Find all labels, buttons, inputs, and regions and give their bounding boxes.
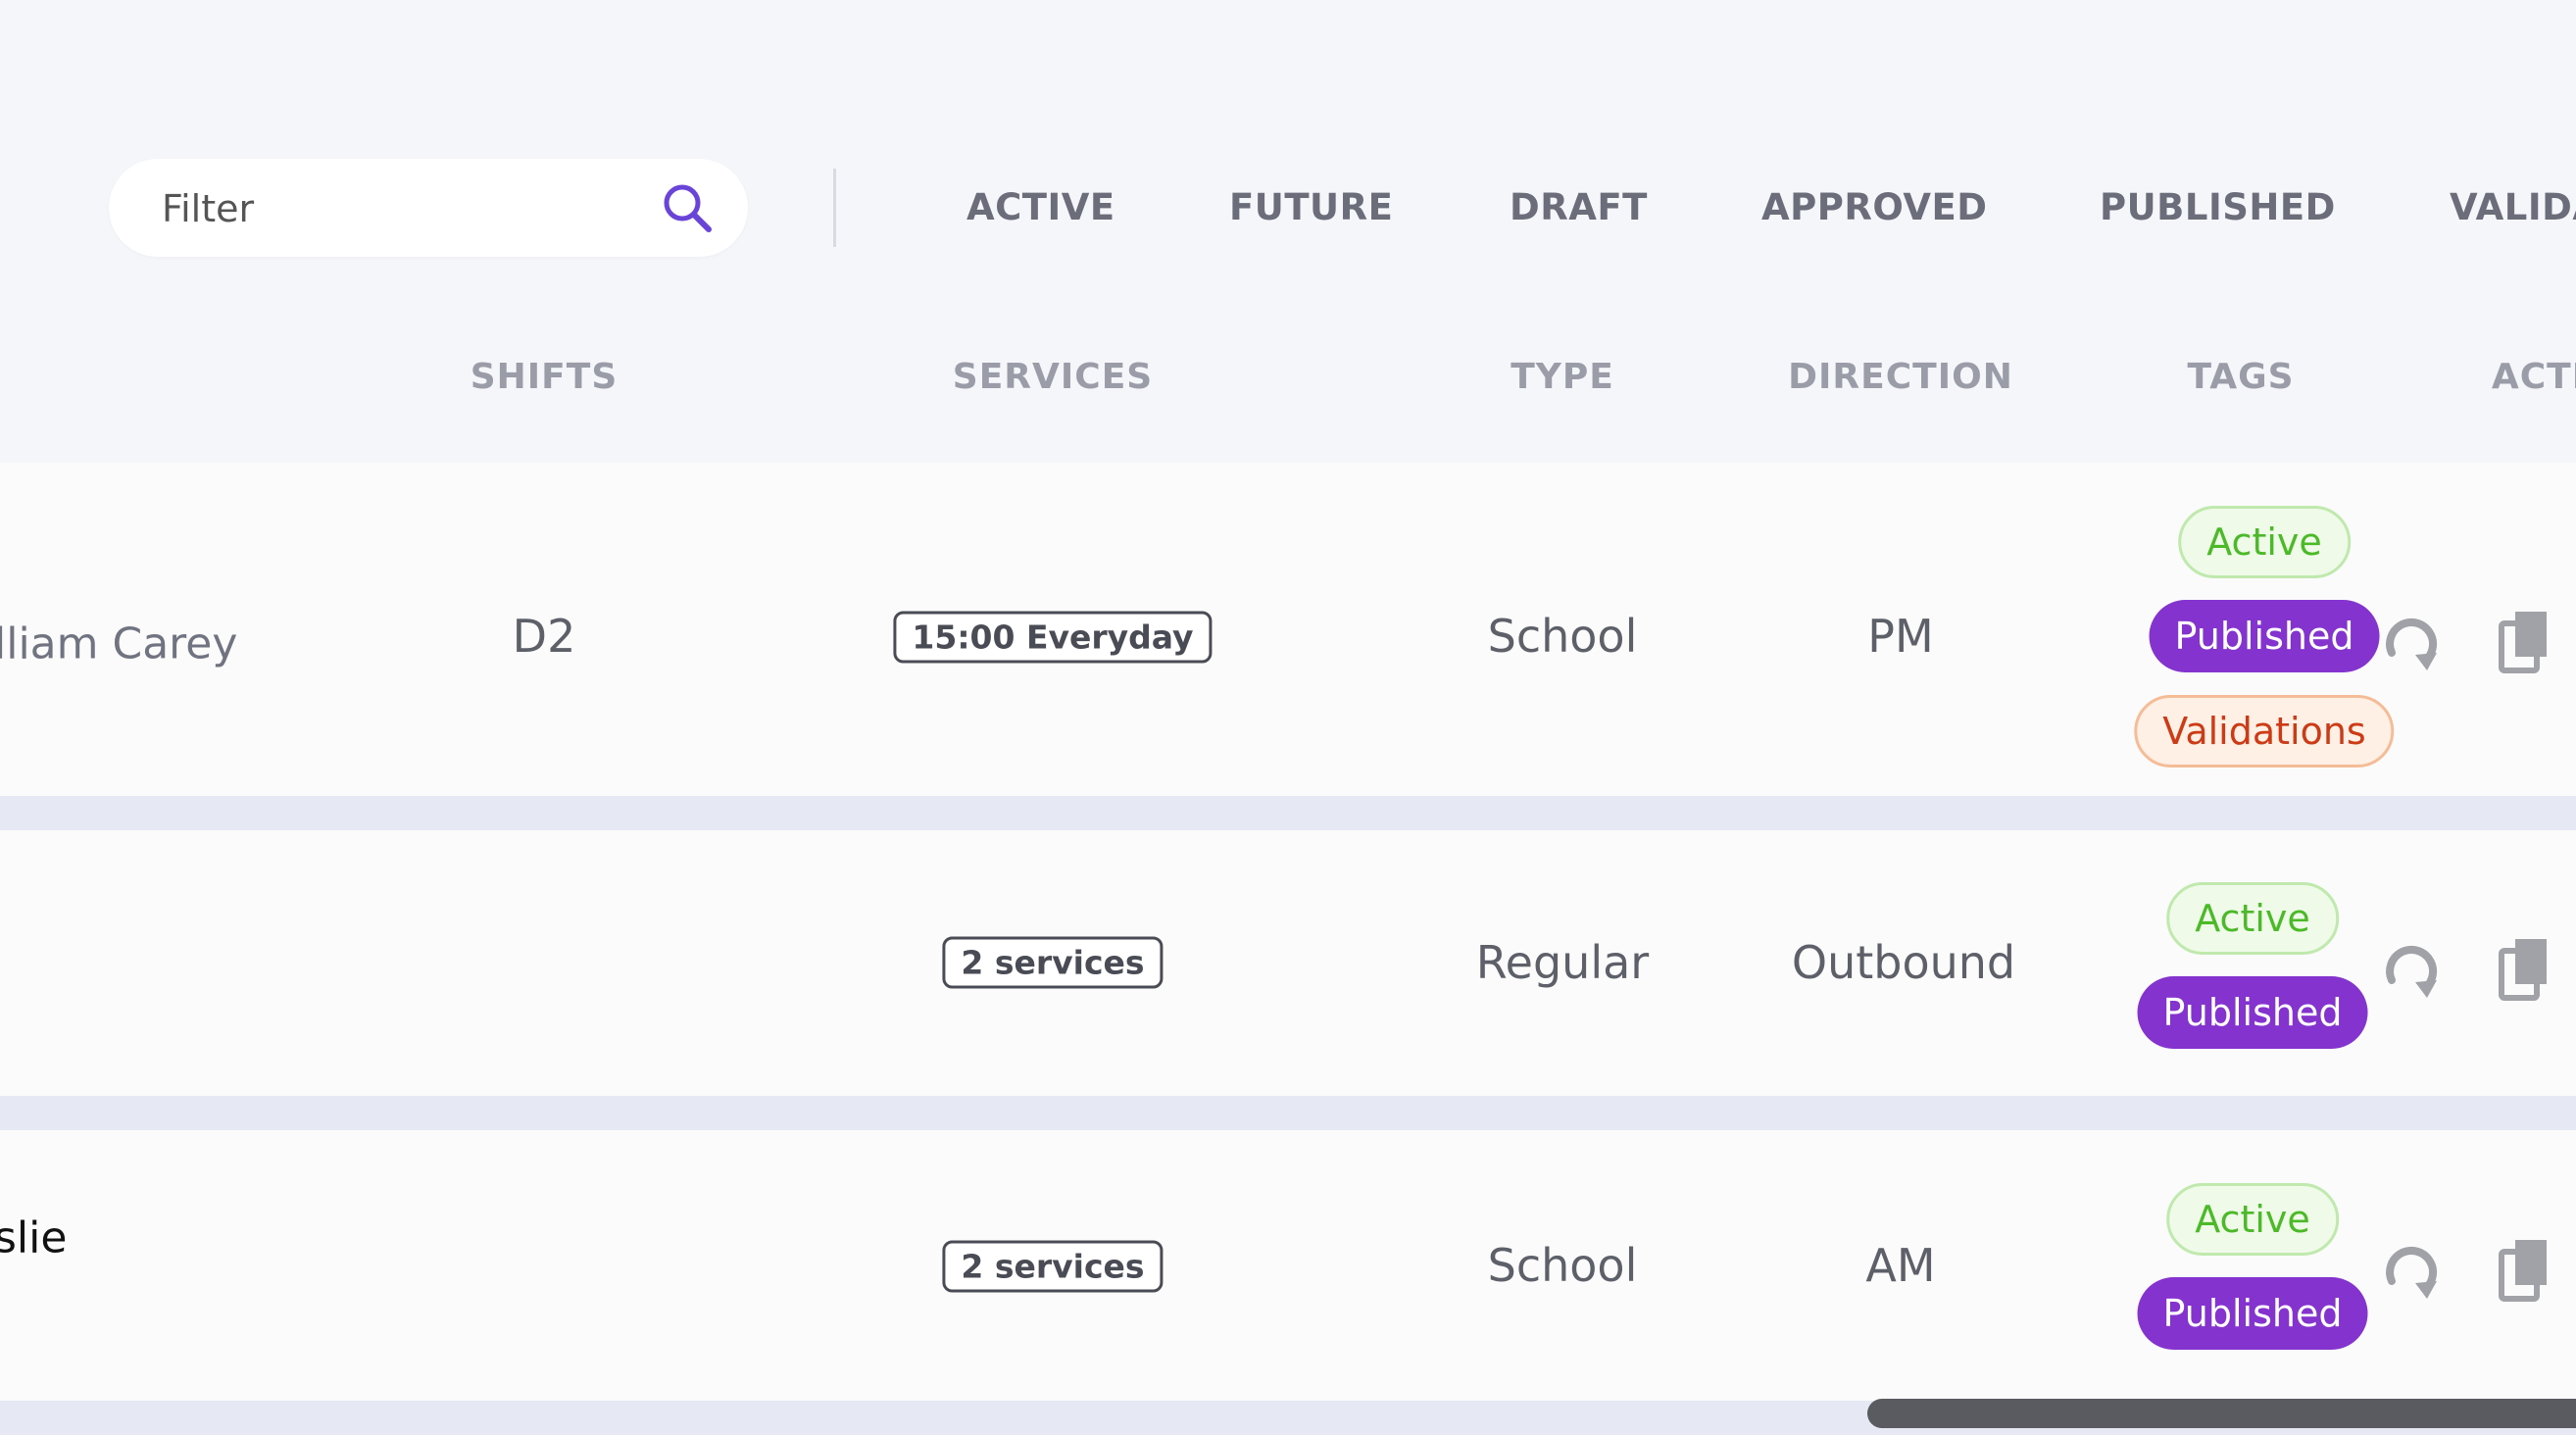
row-separator xyxy=(0,1096,2576,1130)
copy-icon[interactable] xyxy=(2492,933,2562,1004)
table-row[interactable]: slie 2 services School AM Active Publish… xyxy=(0,1130,2576,1401)
toolbar: ACTIVE FUTURE DRAFT APPROVED PUBLISHED V… xyxy=(0,0,2576,431)
tag-active: Active xyxy=(2166,882,2339,955)
tab-future[interactable]: FUTURE xyxy=(1229,182,1393,233)
search-icon[interactable] xyxy=(658,178,717,237)
tab-published[interactable]: PUBLISHED xyxy=(2100,182,2336,233)
column-header-shifts[interactable]: SHIFTS xyxy=(471,353,619,402)
column-header-tags[interactable]: TAGS xyxy=(2187,353,2294,402)
divider xyxy=(833,169,836,247)
filter-box[interactable] xyxy=(109,159,748,257)
tab-draft[interactable]: DRAFT xyxy=(1510,182,1648,233)
refresh-icon[interactable] xyxy=(2376,606,2447,676)
type-value: Regular xyxy=(1475,936,1650,989)
direction-value: PM xyxy=(1867,610,1934,663)
type-value: School xyxy=(1487,1239,1638,1292)
column-header-type[interactable]: TYPE xyxy=(1511,353,1614,402)
row-separator xyxy=(0,796,2576,830)
shift-value: D2 xyxy=(512,610,576,663)
copy-icon[interactable] xyxy=(2492,1234,2562,1305)
table-row[interactable]: 2 services Regular Outbound Active Publi… xyxy=(0,830,2576,1096)
direction-value: AM xyxy=(1865,1239,1936,1292)
tag-active: Active xyxy=(2178,506,2351,578)
column-header-direction[interactable]: DIRECTION xyxy=(1788,353,2013,402)
column-header-actions[interactable]: ACTI xyxy=(2492,353,2576,402)
tag-published: Published xyxy=(2149,600,2380,672)
horizontal-scrollbar[interactable] xyxy=(1867,1399,2576,1428)
direction-value: Outbound xyxy=(1791,936,2016,989)
tab-approved[interactable]: APPROVED xyxy=(1761,182,1987,233)
tab-active[interactable]: ACTIVE xyxy=(966,182,1115,233)
services-badge[interactable]: 2 services xyxy=(942,936,1164,989)
services-badge[interactable]: 2 services xyxy=(942,1240,1164,1293)
tag-validations[interactable]: Validations xyxy=(2134,695,2395,767)
column-header-services[interactable]: SERVICES xyxy=(953,353,1153,402)
tab-validations[interactable]: VALIDA xyxy=(2450,182,2576,233)
route-name: lliam Carey xyxy=(0,619,238,669)
tag-active: Active xyxy=(2166,1183,2339,1256)
services-badge[interactable]: 15:00 Everyday xyxy=(893,611,1213,664)
filter-input[interactable] xyxy=(160,180,673,237)
route-name: slie xyxy=(0,1212,68,1263)
refresh-icon[interactable] xyxy=(2376,933,2447,1004)
tag-published: Published xyxy=(2137,1277,2368,1350)
table-row[interactable]: lliam Carey D2 15:00 Everyday School PM … xyxy=(0,463,2576,796)
copy-icon[interactable] xyxy=(2492,606,2562,676)
type-value: School xyxy=(1487,610,1638,663)
refresh-icon[interactable] xyxy=(2376,1234,2447,1305)
tag-published: Published xyxy=(2137,976,2368,1049)
